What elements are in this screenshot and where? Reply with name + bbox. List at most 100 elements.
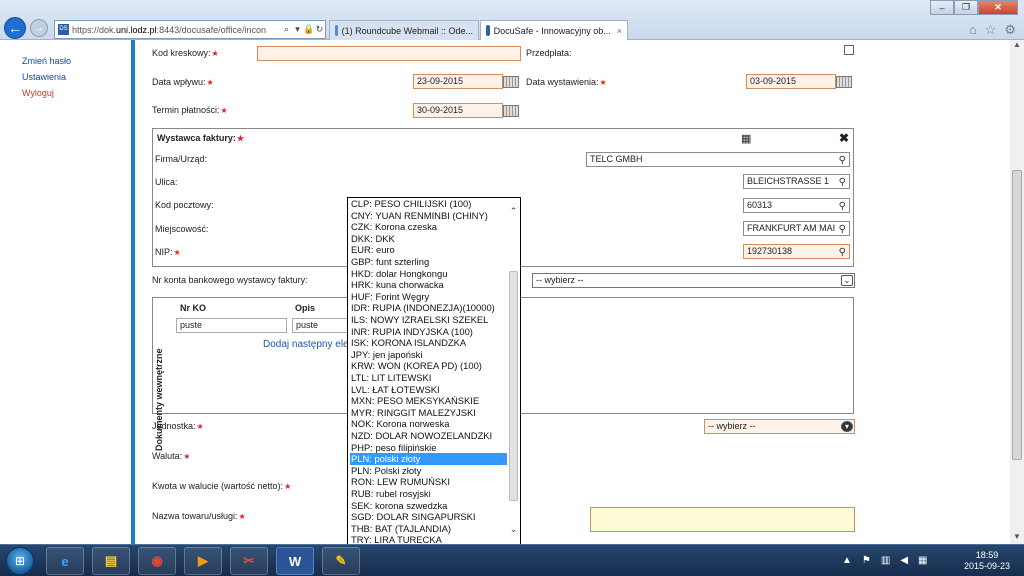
lock-icon[interactable]: 🔒: [303, 24, 314, 35]
search-icon[interactable]: ⚲: [839, 154, 846, 167]
currency-option[interactable]: IDR: RUPIA (INDONEZJA)(10000): [350, 302, 507, 314]
search-icon[interactable]: ⚲: [839, 246, 846, 259]
sidebar-link-logout[interactable]: Wyloguj: [22, 88, 54, 98]
currency-option[interactable]: INR: RUPIA INDYJSKA (100): [350, 326, 507, 338]
chrome-icon[interactable]: ◉: [138, 547, 176, 575]
nr-ko-input[interactable]: puste: [176, 318, 287, 333]
currency-option[interactable]: EUR: euro: [350, 244, 507, 256]
maximize-icon[interactable]: ❐: [954, 0, 978, 15]
sidebar-link-change-password[interactable]: Zmień hasło: [22, 56, 71, 66]
word-icon[interactable]: W: [276, 547, 314, 575]
back-button[interactable]: ←: [4, 17, 26, 39]
currency-option[interactable]: CLP: PESO CHILIJSKI (100): [350, 198, 507, 210]
snipping-tool-icon[interactable]: ✂: [230, 547, 268, 575]
home-icon[interactable]: ⌂: [969, 22, 977, 38]
currency-dropdown-list[interactable]: CLP: PESO CHILIJSKI (100) CNY: YUAN RENMI…: [347, 197, 521, 546]
refresh-icon[interactable]: ↻: [314, 24, 325, 35]
scroll-down-icon[interactable]: ⌄: [508, 524, 519, 536]
browser-toolbar-icons: ⌂ ☆ ⚙: [969, 22, 1016, 38]
kod-pocztowy-input[interactable]: 60313 ⚲: [743, 198, 850, 213]
currency-option[interactable]: HRK: kuna chorwacka: [350, 279, 507, 291]
close-tab-icon[interactable]: ×: [617, 26, 622, 36]
nip-input[interactable]: 192730138 ⚲: [743, 244, 850, 259]
nr-konta-select[interactable]: -- wybierz -- ⌄: [532, 273, 855, 288]
jednostka-label: Jednostka:★: [152, 421, 204, 431]
language-icon[interactable]: ▦: [918, 555, 927, 566]
search-icon[interactable]: ⚲: [839, 176, 846, 188]
clock-time: 18:59: [975, 550, 999, 560]
media-player-icon[interactable]: ▶: [184, 547, 222, 575]
tray-arrow-icon[interactable]: ▲: [842, 555, 852, 566]
opis-input[interactable]: puste: [292, 318, 352, 333]
volume-icon[interactable]: ◀: [900, 555, 908, 566]
search-icon[interactable]: ⌕: [281, 24, 292, 35]
currency-option[interactable]: JPY: jen japoński: [350, 349, 507, 361]
currency-option[interactable]: THB: BAT (TAJLANDIA): [350, 523, 507, 535]
jednostka-select[interactable]: -- wybierz -- ▾: [704, 419, 855, 434]
currency-option[interactable]: PLN: polski złoty: [350, 453, 507, 465]
currency-option[interactable]: RUB: rubel rosyjski: [350, 488, 507, 500]
dropdown-scrollbar[interactable]: ⌃ ⌄: [508, 206, 519, 536]
start-button[interactable]: ⊞: [6, 547, 34, 575]
data-wplywu-input[interactable]: 23-09-2015: [413, 74, 503, 89]
currency-option[interactable]: LVL: ŁAT ŁOTEWSKI: [350, 384, 507, 396]
minimize-icon[interactable]: ‒: [930, 0, 954, 15]
termin-platnosci-input[interactable]: 30-09-2015: [413, 103, 503, 118]
currency-option[interactable]: CZK: Korona czeska: [350, 221, 507, 233]
calendar-icon[interactable]: [503, 76, 519, 88]
add-next-element-link[interactable]: Dodaj następny ele: [263, 339, 349, 350]
firma-input[interactable]: TELC GMBH ⚲: [586, 152, 850, 167]
tab-docusafe[interactable]: DocuSafe - Innowacyjny ob... ×: [480, 20, 628, 40]
window-close-icon[interactable]: ✕: [978, 0, 1018, 15]
currency-option[interactable]: ISK: KORONA ISLANDZKA: [350, 337, 507, 349]
forward-button[interactable]: →: [30, 19, 48, 37]
dropdown-icon[interactable]: ▾: [292, 24, 303, 35]
currency-option[interactable]: PHP: peso filipińskie: [350, 442, 507, 454]
tab-roundcube[interactable]: (1) Roundcube Webmail :: Ode...: [329, 20, 479, 40]
scroll-down-icon[interactable]: ▼: [1010, 532, 1024, 544]
search-icon[interactable]: ⚲: [839, 223, 846, 235]
flag-icon[interactable]: ⚑: [862, 555, 871, 566]
sidebar-link-settings[interactable]: Ustawienia: [22, 72, 66, 82]
currency-option[interactable]: LTL: LIT LITEWSKI: [350, 372, 507, 384]
currency-option[interactable]: SGD: DOLAR SINGAPURSKI: [350, 511, 507, 523]
network-icon[interactable]: ▥: [881, 555, 890, 566]
paint-icon[interactable]: ✎: [322, 547, 360, 575]
settings-gear-icon[interactable]: ⚙: [1004, 22, 1016, 38]
currency-option[interactable]: NOK: Korona norweska: [350, 418, 507, 430]
currency-option[interactable]: CNY: YUAN RENMINBI (CHINY): [350, 210, 507, 222]
currency-option[interactable]: DKK: DKK: [350, 233, 507, 245]
scroll-up-icon[interactable]: ▲: [1010, 40, 1024, 52]
calendar-icon[interactable]: [503, 105, 519, 117]
miejscowosc-input[interactable]: FRANKFURT AM MAI ⚲: [743, 221, 850, 236]
currency-option[interactable]: MYR: RINGGIT MALEZYJSKI: [350, 407, 507, 419]
ie-icon[interactable]: e: [46, 547, 84, 575]
address-bar[interactable]: DS https://dok.uni.lodz.pl:8443/docusafe…: [54, 20, 326, 39]
kod-kreskowy-input[interactable]: [257, 46, 521, 61]
currency-option[interactable]: HKD: dolar Hongkongu: [350, 268, 507, 280]
calendar-icon[interactable]: [836, 76, 852, 88]
nazwa-towaru-textarea[interactable]: [590, 507, 855, 532]
przedplata-checkbox[interactable]: [844, 45, 854, 55]
clock[interactable]: 18:59 2015-09-23: [964, 550, 1010, 572]
currency-option[interactable]: GBP: funt szterling: [350, 256, 507, 268]
folder-icon[interactable]: ▤: [92, 547, 130, 575]
ulica-input[interactable]: BLEICHSTRASSE 1 ⚲: [743, 174, 850, 189]
currency-option[interactable]: KRW: WON (KOREA PD) (100): [350, 360, 507, 372]
favorites-icon[interactable]: ☆: [985, 22, 997, 38]
currency-option[interactable]: HUF: Forint Węgry: [350, 291, 507, 303]
scroll-thumb[interactable]: [1012, 170, 1022, 460]
search-icon[interactable]: ⚲: [839, 200, 846, 213]
currency-option[interactable]: SEK: korona szwedzka: [350, 500, 507, 512]
scroll-thumb[interactable]: [509, 271, 518, 501]
data-wystawienia-input[interactable]: 03-09-2015: [746, 74, 836, 89]
currency-option[interactable]: ILS: NOWY IZRAELSKI SZEKEL: [350, 314, 507, 326]
scroll-up-icon[interactable]: ⌃: [508, 206, 519, 218]
currency-option[interactable]: RON: LEW RUMUŃSKI: [350, 476, 507, 488]
close-icon[interactable]: ✖: [839, 131, 849, 145]
currency-option[interactable]: PLN: Polski złoty: [350, 465, 507, 477]
currency-option[interactable]: MXN: PESO MEKSYKAŃSKIE: [350, 395, 507, 407]
page-scrollbar[interactable]: ▲ ▼: [1010, 40, 1024, 544]
currency-option[interactable]: NZD: DOLAR NOWOZELANDZKI: [350, 430, 507, 442]
grid-icon[interactable]: ▦: [741, 132, 751, 145]
